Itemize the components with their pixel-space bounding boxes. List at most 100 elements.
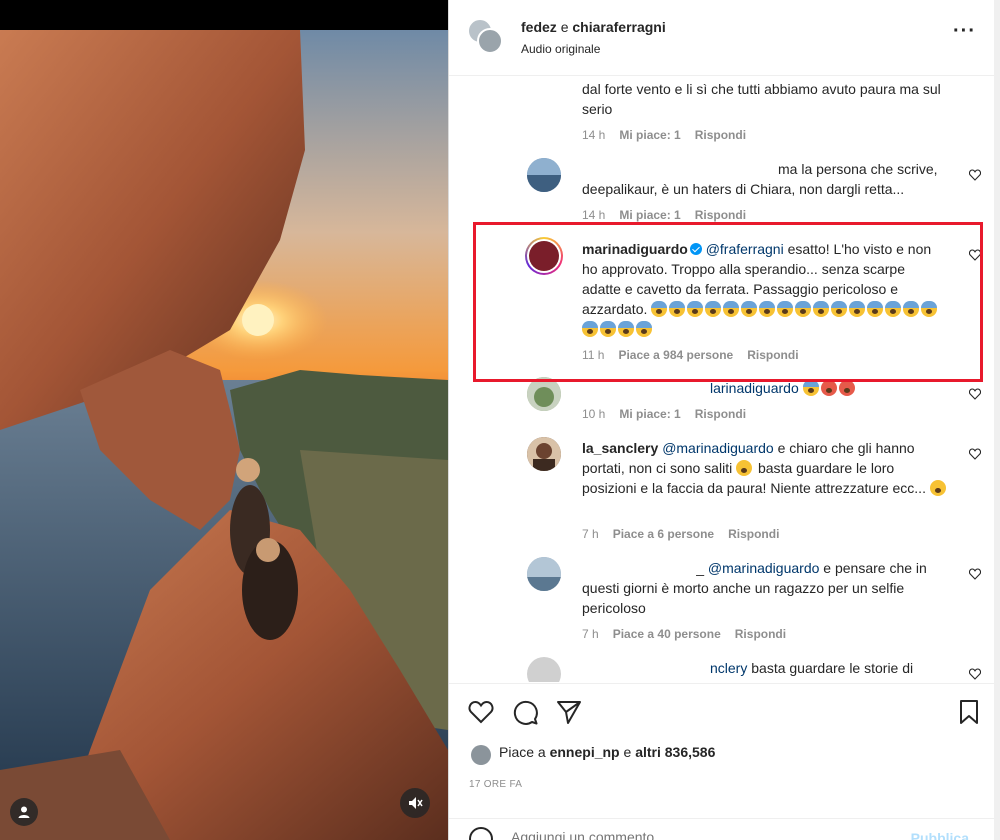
user-tags-button[interactable]	[10, 798, 38, 826]
reply-button[interactable]: Rispondi	[695, 208, 746, 222]
scream-emoji-icon	[831, 301, 848, 317]
comment-input[interactable]	[511, 829, 891, 840]
send-icon[interactable]	[555, 698, 583, 726]
bookmark-icon[interactable]	[955, 698, 983, 726]
avatar[interactable]	[527, 437, 561, 471]
comment-text: nclery basta guardare le storie di	[582, 658, 962, 678]
avatar[interactable]	[527, 158, 561, 192]
grinning-emoji-icon	[929, 480, 946, 496]
comment-likes[interactable]: Mi piace: 1	[619, 128, 680, 142]
emoji-picker-icon[interactable]	[469, 827, 493, 840]
comment-text: ma la persona che scrive, deepalikaur, è…	[582, 159, 962, 199]
post-details-panel: fedez e chiaraferragni Audio originale ·…	[448, 0, 995, 840]
avatar	[527, 239, 561, 273]
rolling-eyes-emoji-icon	[736, 460, 753, 476]
comment-username[interactable]: _	[582, 558, 704, 578]
comment-icon[interactable]	[511, 698, 539, 726]
scream-emoji-icon	[582, 321, 598, 337]
scream-emoji-icon	[813, 301, 830, 317]
comment-body: basta guardare le storie di	[751, 660, 914, 676]
heart-icon[interactable]	[969, 249, 981, 261]
comment-text: larinadiguardo	[582, 378, 962, 398]
audio-link[interactable]: Audio originale	[521, 42, 600, 56]
post-authors: fedez e chiaraferragni	[521, 19, 666, 35]
likes-summary[interactable]: Piace a ennepi_np e altri 836,586	[499, 744, 715, 760]
comment-time[interactable]: 14 h	[582, 208, 605, 222]
heart-icon[interactable]	[467, 698, 495, 726]
comment-time[interactable]: 14 h	[582, 128, 605, 142]
avatar[interactable]	[527, 377, 561, 411]
scream-emoji-icon	[849, 301, 866, 317]
comment-meta: 14 h Mi piace: 1 Rispondi	[582, 128, 760, 142]
likes-count[interactable]: altri 836,586	[635, 744, 715, 760]
heart-icon[interactable]	[969, 668, 981, 680]
likes-user-link[interactable]: ennepi_np	[550, 744, 620, 760]
comment-meta: 7 h Piace a 6 persone Rispondi	[582, 527, 793, 541]
muted-speaker-icon	[409, 797, 423, 809]
user-tag-icon	[18, 806, 30, 818]
heart-icon[interactable]	[969, 169, 981, 181]
author-link[interactable]: chiaraferragni	[572, 19, 665, 35]
publish-button[interactable]: Pubblica	[911, 830, 969, 840]
comment-likes[interactable]: Piace a 6 persone	[613, 527, 714, 541]
comment-likes[interactable]: Mi piace: 1	[619, 208, 680, 222]
mention-link[interactable]: @fraferragni	[706, 241, 784, 257]
post-media[interactable]	[0, 0, 448, 840]
mention-link[interactable]: @marinadiguardo	[662, 440, 774, 456]
heart-icon[interactable]	[969, 568, 981, 580]
avatar[interactable]	[527, 657, 561, 682]
comment-time[interactable]: 11 h	[582, 348, 604, 362]
scream-emoji-icon	[741, 301, 758, 317]
author-avatars[interactable]	[467, 18, 505, 56]
scream-emoji-icon	[636, 321, 652, 337]
mute-button[interactable]	[400, 788, 430, 818]
comment-likes[interactable]: Mi piace: 1	[619, 407, 680, 421]
post-header: fedez e chiaraferragni Audio originale ·…	[449, 0, 995, 76]
comment-meta: 11 h Piace a 984 persone Rispondi	[582, 348, 813, 362]
comment-username[interactable]: marinadiguardo	[582, 241, 688, 257]
scream-emoji-icon	[669, 301, 686, 317]
author-joiner: e	[560, 19, 569, 35]
add-comment-row: Pubblica	[449, 818, 995, 840]
post-date[interactable]: 17 ORE FA	[469, 779, 522, 790]
comments-list[interactable]: dal forte vento e li sì che tutti abbiam…	[449, 77, 995, 682]
reply-button[interactable]: Rispondi	[747, 348, 798, 362]
avatar-story-ring[interactable]	[525, 237, 563, 275]
avatar[interactable]	[527, 557, 561, 591]
scream-emoji-icon	[687, 301, 704, 317]
scream-emoji-icon	[777, 301, 794, 317]
scream-emoji-icon	[600, 321, 616, 337]
reply-button[interactable]: Rispondi	[695, 128, 746, 142]
scream-emoji-icon	[651, 301, 668, 317]
comment-time[interactable]: 10 h	[582, 407, 605, 421]
scream-emoji-icon	[795, 301, 812, 317]
more-icon: ···	[953, 20, 976, 42]
more-options-button[interactable]: ···	[953, 21, 977, 46]
comment-body: ma la persona che scrive, deepalikaur, è…	[582, 161, 938, 197]
comment-text: _ @marinadiguardo e pensare che in quest…	[582, 558, 952, 618]
comment-time[interactable]: 7 h	[582, 627, 599, 641]
scrollbar-track[interactable]	[994, 0, 1000, 840]
media-top-bar	[0, 0, 448, 30]
likes-prefix: Piace a	[499, 744, 546, 760]
reply-button[interactable]: Rispondi	[695, 407, 746, 421]
scream-emoji-icon	[618, 321, 634, 337]
comment-likes[interactable]: Piace a 984 persone	[618, 348, 733, 362]
likes-join: e	[623, 744, 632, 760]
scream-emoji-icon	[723, 301, 740, 317]
reply-button[interactable]: Rispondi	[735, 627, 786, 641]
mention-link[interactable]: larinadiguardo	[710, 380, 799, 396]
verified-badge-icon	[689, 243, 702, 255]
author-link[interactable]: fedez	[521, 19, 557, 35]
mention-link[interactable]: @marinadiguardo	[708, 560, 820, 576]
mention-link[interactable]: nclery	[710, 660, 747, 676]
scream-emoji-icon	[903, 301, 920, 317]
reply-button[interactable]: Rispondi	[728, 527, 779, 541]
heart-icon[interactable]	[969, 388, 981, 400]
heart-icon[interactable]	[969, 448, 981, 460]
comment-likes[interactable]: Piace a 40 persone	[613, 627, 721, 641]
avatar[interactable]	[471, 745, 491, 765]
comment-time[interactable]: 7 h	[582, 527, 599, 541]
scream-emoji-icon	[885, 301, 902, 317]
comment-username[interactable]: la_sanclery	[582, 440, 658, 456]
